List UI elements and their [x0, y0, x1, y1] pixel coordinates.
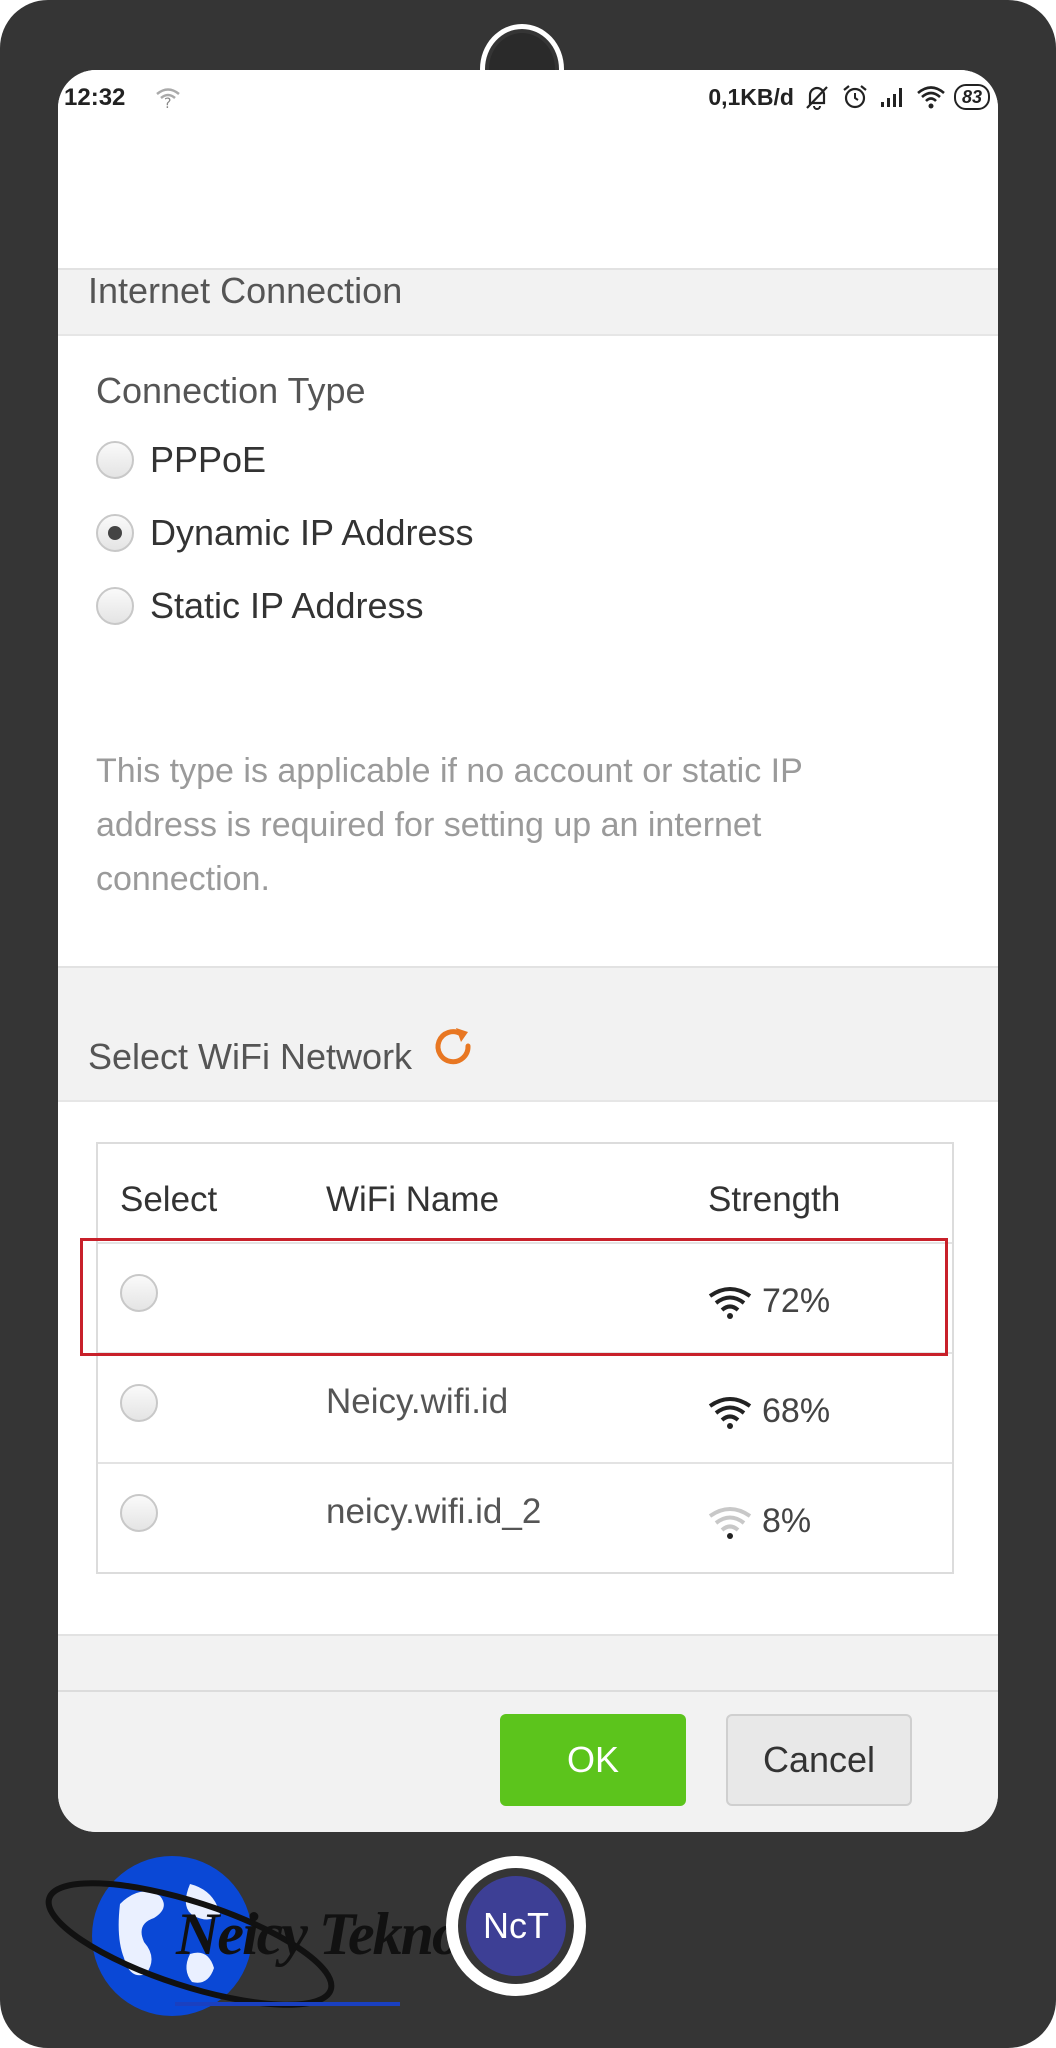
header-select: Select	[120, 1180, 218, 1219]
nct-badge: NcT	[446, 1856, 586, 1996]
connection-type-label: Connection Type	[96, 370, 366, 411]
dialog-footer: OK Cancel	[58, 1690, 998, 1832]
wifi-strength-value: 68%	[762, 1392, 831, 1430]
wifi-status-icon	[917, 86, 945, 109]
table-row[interactable]: neicy.wifi.id_2 8%	[98, 1462, 952, 1572]
top-card	[58, 130, 998, 270]
screen: 12:32 ? 0,1KB/d 83 Internet Connection C…	[58, 70, 998, 1832]
connection-description: This type is applicable if no account or…	[96, 752, 803, 898]
status-time: 12:32	[64, 84, 126, 111]
battery-indicator: 83	[953, 84, 990, 110]
header-wifi-name: WiFi Name	[326, 1180, 500, 1219]
select-wifi-title: Select WiFi Network	[88, 1036, 413, 1077]
status-bar: 12:32 ? 0,1KB/d 83	[58, 70, 998, 130]
alarm-clock-icon	[843, 85, 867, 109]
neicy-tekno-text: Neicy Tekno	[176, 1901, 462, 1967]
cell-signal-icon	[880, 88, 902, 107]
wifi-card: Select WiFi Name Strength 72% Neicy.wifi…	[58, 1100, 998, 1636]
wifi-strength: 68%	[708, 1392, 830, 1431]
table-row[interactable]: Neicy.wifi.id 68%	[98, 1352, 952, 1464]
wifi-name: neicy.wifi.id_2	[326, 1492, 542, 1531]
wifi-strength: 8%	[708, 1502, 811, 1541]
wifi-table: Select WiFi Name Strength 72% Neicy.wifi…	[96, 1142, 954, 1574]
wifi-select-radio[interactable]	[120, 1384, 158, 1422]
svg-text:?: ?	[164, 96, 171, 110]
radio-button[interactable]	[96, 441, 134, 479]
radio-button-selected[interactable]	[96, 514, 134, 552]
wifi-signal-icon	[708, 1396, 752, 1429]
wifi-signal-weak-icon	[708, 1506, 752, 1539]
internet-connection-title: Internet Connection	[88, 270, 403, 311]
highlight-box	[80, 1238, 948, 1356]
radio-label: Dynamic IP Address	[150, 512, 474, 553]
connection-card: Connection Type PPPoE Dynamic IP Address…	[58, 334, 998, 968]
radio-label: Static IP Address	[150, 585, 424, 626]
phone-frame: 12:32 ? 0,1KB/d 83 Internet Connection C…	[0, 0, 1056, 2048]
wifi-question-icon: ?	[156, 88, 180, 110]
nct-badge-label: NcT	[466, 1876, 566, 1976]
radio-option-dynamic-ip[interactable]: Dynamic IP Address	[96, 512, 473, 554]
header-strength: Strength	[708, 1180, 841, 1219]
radio-option-static-ip[interactable]: Static IP Address	[96, 585, 423, 627]
ok-button[interactable]: OK	[500, 1714, 686, 1806]
cancel-button[interactable]: Cancel	[726, 1714, 912, 1806]
refresh-icon[interactable]	[428, 1022, 480, 1074]
wifi-select-radio[interactable]	[120, 1494, 158, 1532]
muted-bell-icon	[806, 86, 828, 110]
wifi-name: Neicy.wifi.id	[326, 1382, 509, 1421]
radio-option-pppoe[interactable]: PPPoE	[96, 439, 266, 481]
radio-label: PPPoE	[150, 439, 267, 480]
status-right-group: 0,1KB/d 83	[708, 82, 990, 112]
wifi-strength-value: 8%	[762, 1502, 812, 1540]
network-speed: 0,1KB/d	[708, 83, 794, 110]
radio-button[interactable]	[96, 587, 134, 625]
